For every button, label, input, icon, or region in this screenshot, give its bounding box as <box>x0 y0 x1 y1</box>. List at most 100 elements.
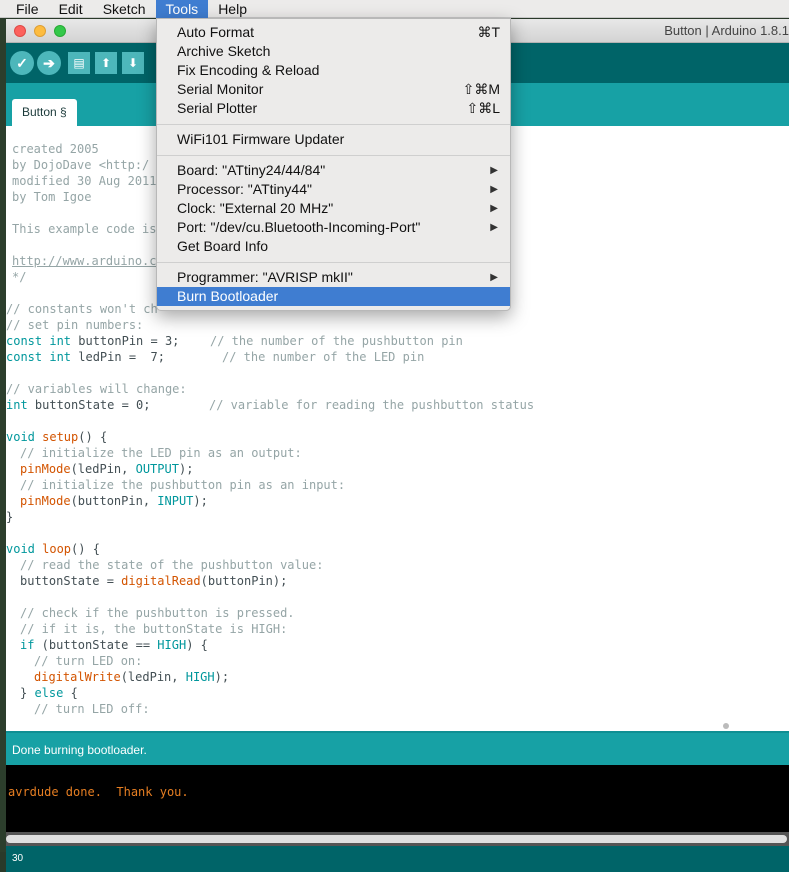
menu-help[interactable]: Help <box>208 0 257 18</box>
line-number: 30 <box>12 853 24 864</box>
menu-edit[interactable]: Edit <box>49 0 93 18</box>
code-line: // initialize the pushbutton pin as an i… <box>20 478 346 492</box>
code-text: (buttonPin); <box>200 574 288 588</box>
upload-icon: ➔ <box>43 54 55 71</box>
upload-button[interactable]: ➔ <box>37 51 61 75</box>
menu-item-serial-plotter[interactable]: Serial Plotter ⇧⌘L <box>157 99 510 118</box>
code-line: modified 30 Aug 2011 <box>12 174 157 188</box>
menu-item-processor[interactable]: Processor: "ATtiny44" ▶ <box>157 180 510 199</box>
menu-item-label: Serial Plotter <box>177 100 258 116</box>
menu-item-archive-sketch[interactable]: Archive Sketch <box>157 42 510 61</box>
console-line: avrdude done. Thank you. <box>8 785 189 799</box>
menu-item-label: Auto Format <box>177 24 255 40</box>
menu-item-label: Processor: "ATtiny44" <box>177 181 312 197</box>
code-keyword: INPUT <box>157 494 194 508</box>
open-button[interactable]: ⬆ <box>95 52 117 74</box>
code-line: // check if the pushbutton is pressed. <box>20 606 295 620</box>
tab-button-sketch[interactable]: Button § <box>12 99 77 126</box>
menu-item-label: Board: "ATtiny24/44/84" <box>177 162 326 178</box>
save-icon: ⬇ <box>127 56 139 70</box>
code-text: ledPin = 7; <box>71 350 165 364</box>
submenu-arrow-icon: ▶ <box>490 222 498 233</box>
code-text: () { <box>71 542 100 556</box>
code-line: // variables will change: <box>6 382 187 396</box>
menu-item-fix-encoding[interactable]: Fix Encoding & Reload <box>157 61 510 80</box>
code-line: pinMode(buttonPin, INPUT); <box>20 493 208 509</box>
editor-resize-handle[interactable] <box>723 723 729 729</box>
code-line: */ <box>12 270 27 284</box>
menu-item-wifi101-updater[interactable]: WiFi101 Firmware Updater <box>157 130 510 149</box>
code-text: ) { <box>186 638 208 652</box>
submenu-arrow-icon: ▶ <box>490 203 498 214</box>
code-comment: // the number of the LED pin <box>222 350 425 364</box>
menu-item-label: Archive Sketch <box>177 43 271 59</box>
code-text: (ledPin, <box>70 462 136 476</box>
menu-item-label: Get Board Info <box>177 238 269 254</box>
menu-file[interactable]: File <box>0 0 49 18</box>
verify-icon: ✓ <box>16 54 28 71</box>
code-text: buttonState = <box>20 574 122 588</box>
zoom-window-button[interactable] <box>54 25 66 37</box>
submenu-arrow-icon: ▶ <box>490 272 498 283</box>
code-text: } <box>20 686 35 700</box>
code-line: // constants won't ch <box>6 302 158 316</box>
code-line: } else { <box>20 685 78 701</box>
code-comment: // variable for reading the pushbutton s… <box>209 398 535 412</box>
menu-tools[interactable]: Tools <box>155 0 209 18</box>
code-line: if (buttonState == HIGH) { <box>20 637 208 653</box>
menu-item-auto-format[interactable]: Auto Format ⌘T <box>157 23 510 42</box>
code-line: // if it is, the buttonState is HIGH: <box>20 622 288 636</box>
code-text: by DojoDave <http:/ <box>12 158 150 172</box>
menu-item-burn-bootloader[interactable]: Burn Bootloader <box>157 287 510 306</box>
menu-item-programmer[interactable]: Programmer: "AVRISP mkII" ▶ <box>157 268 510 287</box>
code-keyword: const int <box>6 350 72 364</box>
code-line: digitalWrite(ledPin, HIGH); <box>34 669 229 685</box>
code-text: (buttonPin, <box>70 494 158 508</box>
menu-item-port[interactable]: Port: "/dev/cu.Bluetooth-Incoming-Port" ▶ <box>157 218 510 237</box>
menu-item-board[interactable]: Board: "ATtiny24/44/84" ▶ <box>157 161 510 180</box>
menu-sketch[interactable]: Sketch <box>93 0 156 18</box>
code-keyword: HIGH <box>185 670 215 684</box>
menu-item-label: Clock: "External 20 MHz" <box>177 200 334 216</box>
menu-item-label: Burn Bootloader <box>177 288 279 304</box>
code-text: ); <box>178 462 194 476</box>
menu-item-label: Serial Monitor <box>177 81 264 97</box>
code-link[interactable]: http://www.arduino.c <box>12 253 157 269</box>
close-window-button[interactable] <box>14 25 26 37</box>
code-keyword: const int <box>6 334 72 348</box>
code-keyword: HIGH <box>157 638 187 652</box>
code-line: by DojoDave <http:/ <box>12 157 149 173</box>
code-line: by Tom Igoe <box>12 190 92 204</box>
code-keyword: OUTPUT <box>135 462 179 476</box>
new-button[interactable]: ▤ <box>68 52 90 74</box>
footer-bar: 30 <box>6 846 789 872</box>
code-function: setup <box>34 430 79 444</box>
menu-item-clock[interactable]: Clock: "External 20 MHz" ▶ <box>157 199 510 218</box>
save-button[interactable]: ⬇ <box>122 52 144 74</box>
menu-item-serial-monitor[interactable]: Serial Monitor ⇧⌘M <box>157 80 510 99</box>
minimize-window-button[interactable] <box>34 25 46 37</box>
code-line: This example code is <box>12 222 157 236</box>
code-line: void loop() { <box>6 541 100 557</box>
submenu-arrow-icon: ▶ <box>490 184 498 195</box>
verify-button[interactable]: ✓ <box>10 51 34 75</box>
code-keyword: int <box>6 398 28 412</box>
code-line: created 2005 <box>12 142 99 156</box>
code-text: () { <box>78 430 108 444</box>
console-scrollbar[interactable] <box>6 832 789 846</box>
code-function: pinMode <box>20 462 71 476</box>
menu-item-label: Port: "/dev/cu.Bluetooth-Incoming-Port" <box>177 219 421 235</box>
scrollbar-thumb[interactable] <box>6 835 787 843</box>
console-output: avrdude done. Thank you. <box>6 765 789 832</box>
code-line: // initialize the LED pin as an output: <box>20 446 302 460</box>
code-text: ); <box>214 670 230 684</box>
menu-separator <box>157 124 510 125</box>
code-line: const int ledPin = 7; // the number of th… <box>6 349 424 365</box>
code-text: buttonPin = 3; <box>71 334 180 348</box>
code-line: } <box>6 510 14 524</box>
menu-item-get-board-info[interactable]: Get Board Info <box>157 237 510 256</box>
shortcut-label: ⇧⌘M <box>462 81 500 97</box>
code-line: // turn LED on: <box>34 654 143 668</box>
code-text: { <box>63 686 78 700</box>
tools-menu-dropdown: Auto Format ⌘T Archive Sketch Fix Encodin… <box>156 18 511 311</box>
